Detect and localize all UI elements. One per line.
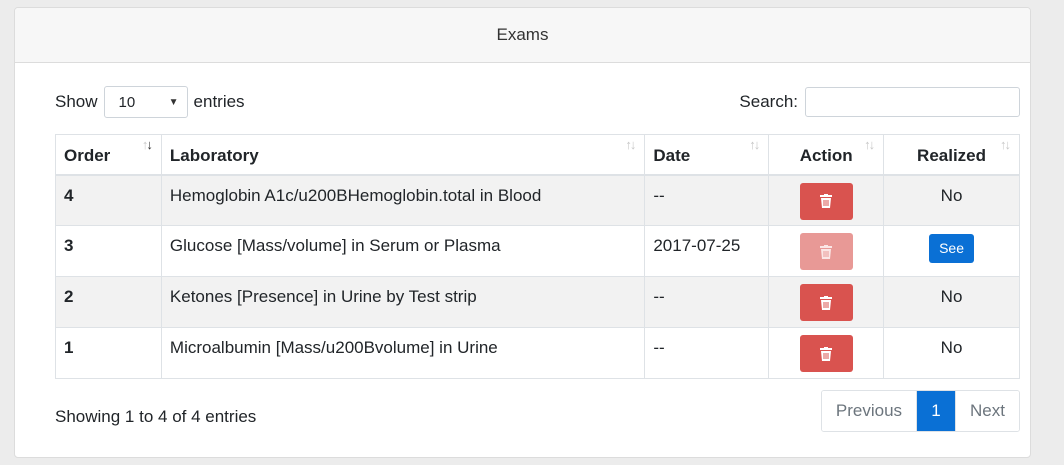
show-label: Show [55, 92, 98, 111]
chevron-down-icon: ▼ [168, 96, 179, 108]
table-row: 1 Microalbumin [Mass/u200Bvolume] in Uri… [55, 327, 1020, 379]
card-header: Exams [15, 8, 1030, 63]
realized-cell: No [883, 174, 1020, 226]
delete-button[interactable] [799, 335, 853, 372]
column-header-action[interactable]: Action ↑↓ [768, 134, 885, 176]
table-header-row: Order ↑↓ Laboratory ↑↓ Date ↑↓ Action ↑↓… [55, 134, 1020, 176]
date-cell: 2017-07-25 [644, 225, 770, 277]
sort-icon: ↑↓ [625, 137, 636, 152]
entries-select[interactable]: 10 ▼ [103, 86, 188, 118]
sort-icon: ↑↓ [141, 137, 153, 152]
next-button[interactable]: Next [955, 391, 1019, 431]
date-cell: -- [644, 327, 770, 379]
action-cell [768, 174, 885, 226]
realized-cell: See [883, 225, 1020, 277]
sort-icon: ↑↓ [1000, 137, 1011, 152]
order-cell: 2 [55, 276, 162, 328]
exams-table: Order ↑↓ Laboratory ↑↓ Date ↑↓ Action ↑↓… [55, 134, 1020, 379]
laboratory-cell: Ketones [Presence] in Urine by Test stri… [160, 276, 646, 328]
sort-icon: ↑↓ [864, 137, 875, 152]
entries-label: entries [193, 92, 245, 111]
trash-icon [820, 295, 833, 310]
length-control: Show 10 ▼ entries [55, 86, 245, 118]
search-label: Search: [739, 92, 798, 111]
laboratory-cell: Glucose [Mass/volume] in Serum or Plasma [160, 225, 646, 277]
delete-button[interactable] [799, 182, 853, 220]
action-cell [768, 225, 885, 277]
realized-cell: No [883, 276, 1020, 328]
trash-icon [820, 194, 833, 208]
search-control: Search: [739, 87, 1020, 117]
date-cell: -- [644, 276, 770, 328]
page-1-button[interactable]: 1 [916, 391, 956, 431]
delete-button-disabled [799, 233, 853, 270]
table-footer: Showing 1 to 4 of 4 entries Previous 1 N… [55, 390, 1020, 432]
sort-icon: ↑↓ [749, 137, 760, 152]
exams-card: Exams Show 10 ▼ entries Search: Order ↑↓… [14, 7, 1031, 458]
table-row: 3 Glucose [Mass/volume] in Serum or Plas… [55, 225, 1020, 277]
see-button[interactable]: See [929, 234, 975, 263]
delete-button[interactable] [799, 284, 853, 321]
card-title: Exams [496, 25, 549, 44]
laboratory-cell: Hemoglobin A1c/u200BHemoglobin.total in … [160, 174, 646, 226]
table-row: 2 Ketones [Presence] in Urine by Test st… [55, 276, 1020, 328]
previous-button[interactable]: Previous [821, 391, 917, 431]
trash-icon [820, 244, 833, 259]
entries-info: Showing 1 to 4 of 4 entries [55, 407, 257, 426]
column-header-order[interactable]: Order ↑↓ [55, 134, 162, 176]
search-input[interactable] [805, 87, 1020, 117]
table-row: 4 Hemoglobin A1c/u200BHemoglobin.total i… [55, 174, 1020, 226]
column-header-realized[interactable]: Realized ↑↓ [883, 134, 1020, 176]
action-cell [768, 327, 885, 379]
column-header-date[interactable]: Date ↑↓ [644, 134, 770, 176]
action-cell [768, 276, 885, 328]
realized-cell: No [883, 327, 1020, 379]
date-cell: -- [644, 174, 770, 226]
column-header-laboratory[interactable]: Laboratory ↑↓ [160, 134, 646, 176]
pagination: Previous 1 Next [820, 390, 1020, 432]
order-cell: 4 [55, 174, 162, 226]
trash-icon [820, 346, 833, 361]
laboratory-cell: Microalbumin [Mass/u200Bvolume] in Urine [160, 327, 646, 379]
order-cell: 1 [55, 327, 162, 379]
entries-select-value: 10 [118, 93, 136, 111]
table-controls: Show 10 ▼ entries Search: [55, 86, 1020, 118]
order-cell: 3 [55, 225, 162, 277]
